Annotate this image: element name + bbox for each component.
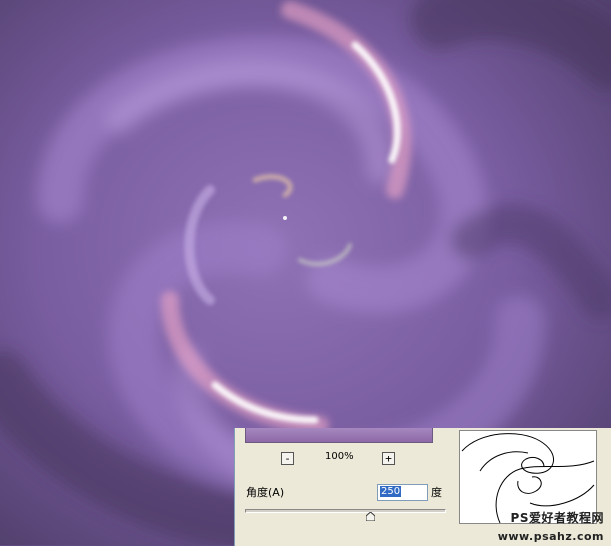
twirl-filter-dialog: - 100% + 角度(A) 250 度 PS爱好者教程网 www.psahz.… (234, 428, 611, 546)
angle-slider-track[interactable] (245, 509, 446, 513)
angle-input[interactable]: 250 (377, 484, 428, 501)
angle-slider-thumb[interactable] (366, 512, 376, 521)
watermark-url: www.psahz.com (497, 530, 604, 543)
zoom-level: 100% (325, 451, 354, 462)
zoom-out-button[interactable]: - (281, 452, 294, 465)
angle-value: 250 (380, 486, 402, 497)
zoom-in-button[interactable]: + (382, 452, 395, 465)
angle-unit: 度 (431, 486, 442, 499)
angle-label: 角度(A) (246, 486, 285, 499)
filter-preview (245, 428, 433, 443)
watermark-title: PS爱好者教程网 (510, 511, 604, 525)
